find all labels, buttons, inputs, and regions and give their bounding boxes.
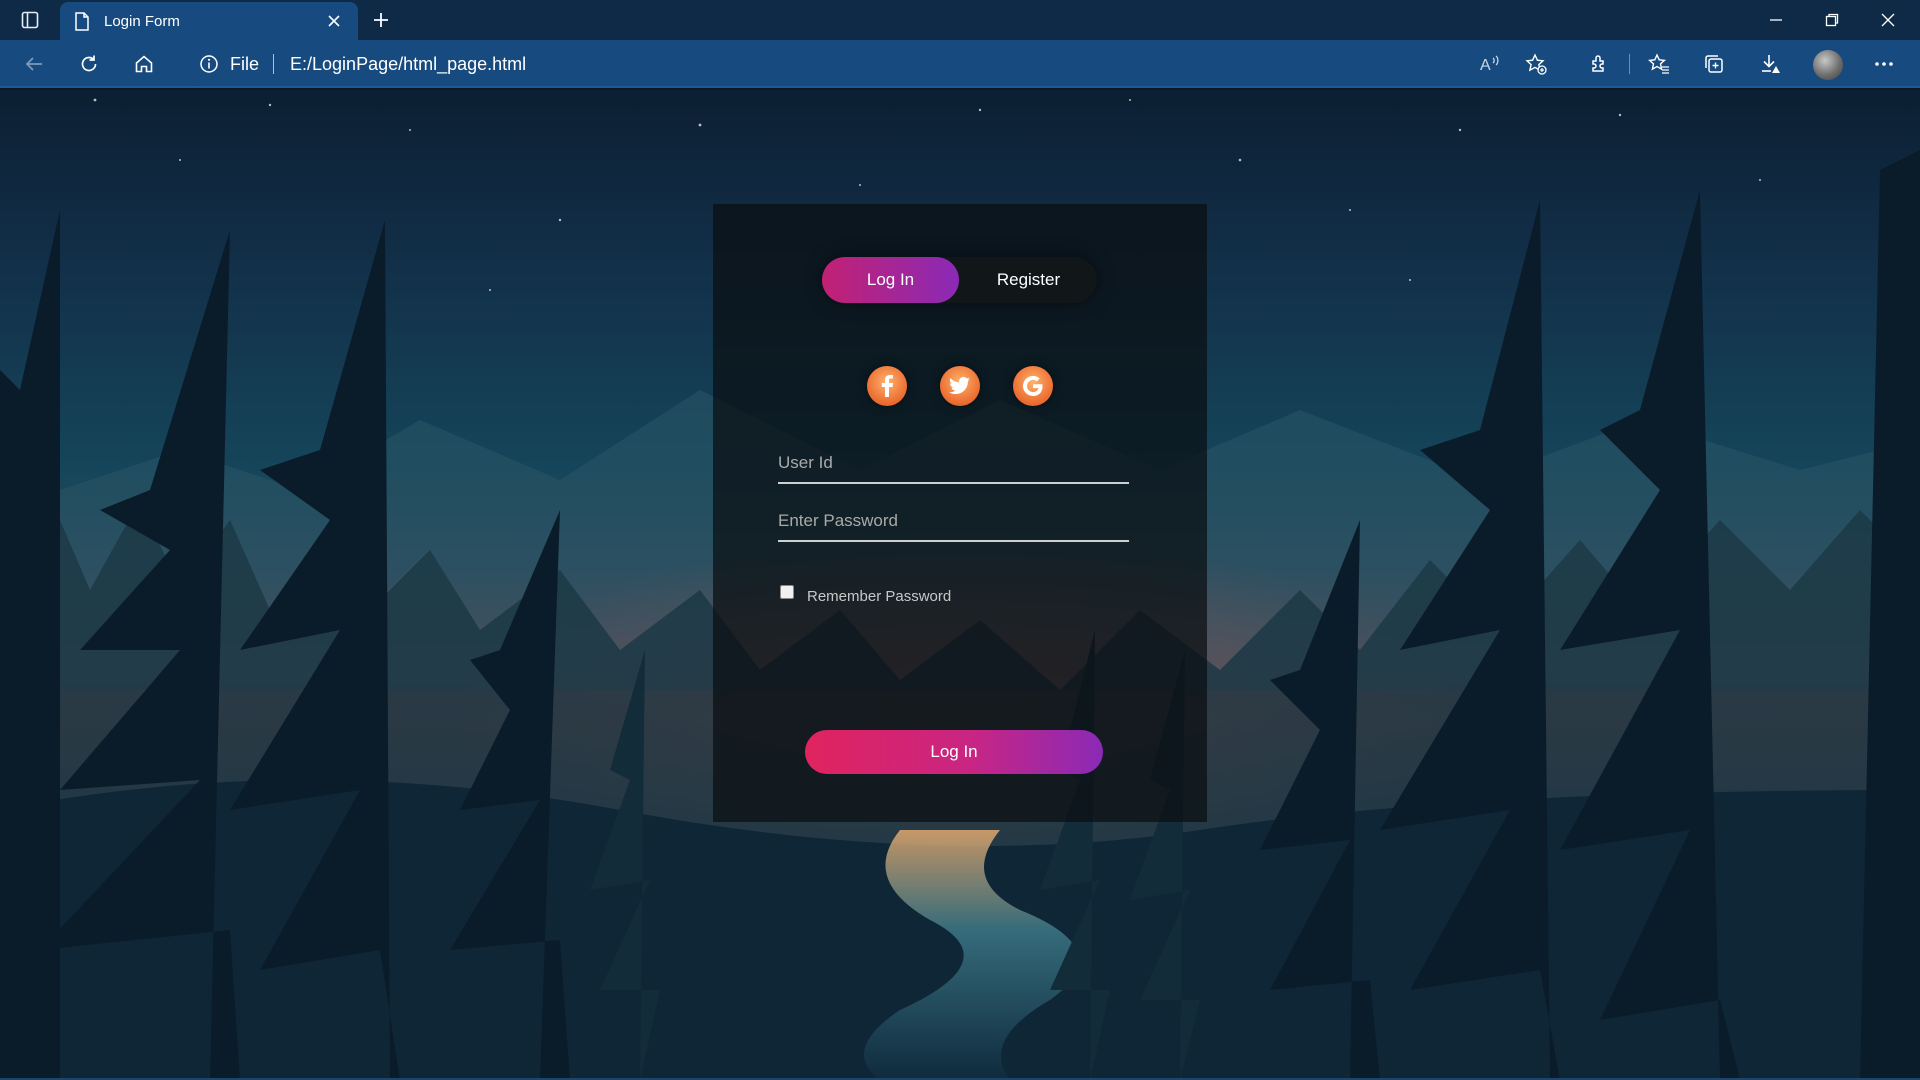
tab-login[interactable]: Log In: [822, 257, 959, 303]
login-card: Log In Register Remember Password Log In: [713, 204, 1207, 822]
browser-tab[interactable]: Login Form: [60, 2, 358, 40]
address-url[interactable]: E:/LoginPage/html_page.html: [290, 54, 526, 75]
refresh-icon[interactable]: [71, 46, 107, 82]
plus-icon[interactable]: [366, 6, 396, 34]
read-aloud-icon[interactable]: A: [1472, 46, 1508, 82]
facebook-icon[interactable]: [867, 366, 907, 406]
tab-title: Login Form: [104, 12, 180, 30]
close-window-icon[interactable]: [1860, 0, 1916, 40]
document-icon: [72, 11, 92, 31]
auth-toggle: Log In Register: [822, 257, 1097, 303]
info-icon[interactable]: [198, 53, 220, 75]
add-favorite-icon[interactable]: [1518, 46, 1554, 82]
tab-strip: Login Form: [0, 0, 1920, 40]
password-input[interactable]: [778, 502, 1129, 542]
favorites-icon[interactable]: [1641, 46, 1677, 82]
back-arrow-icon[interactable]: [16, 46, 52, 82]
minimize-icon[interactable]: [1748, 0, 1804, 40]
tab-register[interactable]: Register: [960, 257, 1097, 303]
address-separator: [273, 54, 275, 74]
collections-icon[interactable]: [1696, 46, 1732, 82]
browser-toolbar: File E:/LoginPage/html_page.html A: [0, 40, 1920, 88]
remember-password-label: Remember Password: [807, 588, 952, 605]
close-icon[interactable]: [322, 9, 346, 33]
address-scheme: File: [230, 53, 260, 74]
tab-actions-icon[interactable]: [14, 6, 46, 34]
remember-password-checkbox[interactable]: [780, 585, 794, 599]
toolbar-divider: [1629, 54, 1630, 74]
address-bar[interactable]: File E:/LoginPage/html_page.html: [180, 45, 1560, 83]
page-viewport: Log In Register Remember Password Log In: [0, 90, 1920, 1080]
svg-text:A: A: [1480, 57, 1491, 74]
user-id-input[interactable]: [778, 444, 1129, 484]
restore-icon[interactable]: [1804, 0, 1860, 40]
profile-avatar[interactable]: [1813, 50, 1843, 80]
downloads-icon[interactable]: [1752, 46, 1788, 82]
home-icon[interactable]: [126, 46, 162, 82]
more-icon[interactable]: [1866, 46, 1902, 82]
google-icon[interactable]: [1013, 366, 1053, 406]
extensions-icon[interactable]: [1581, 46, 1617, 82]
login-submit-button[interactable]: Log In: [805, 730, 1103, 774]
twitter-icon[interactable]: [940, 366, 980, 406]
